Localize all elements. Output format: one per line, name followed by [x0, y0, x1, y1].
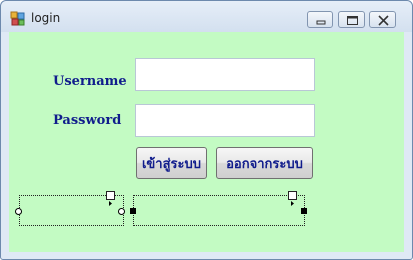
password-label: Password: [53, 113, 122, 128]
resize-handle-icon[interactable]: [118, 208, 125, 215]
maximize-button[interactable]: [338, 11, 365, 28]
resize-handle-icon[interactable]: [130, 208, 136, 214]
username-field[interactable]: [135, 58, 315, 91]
close-button[interactable]: [369, 11, 396, 28]
maximize-icon: [347, 16, 358, 25]
close-icon: [378, 15, 389, 26]
smart-tag-icon[interactable]: [106, 191, 115, 206]
smart-tag-icon[interactable]: [288, 191, 297, 206]
designer-control-right[interactable]: [133, 195, 305, 226]
password-field[interactable]: [135, 104, 315, 137]
title-bar[interactable]: login: [1, 1, 412, 32]
form-client-area: Username Password เข้าสู่ระบบ ออกจากระบบ: [9, 32, 404, 252]
login-window: login Username Password เข้าสู่ระบบ ออกจ…: [0, 0, 413, 260]
minimize-icon: [316, 20, 326, 25]
minimize-button[interactable]: [307, 11, 333, 28]
login-button[interactable]: เข้าสู่ระบบ: [136, 147, 207, 179]
windows-form-icon: [10, 11, 26, 27]
username-label: Username: [53, 74, 127, 89]
resize-handle-icon[interactable]: [301, 208, 307, 214]
window-title: login: [31, 11, 61, 25]
resize-handle-icon[interactable]: [15, 208, 22, 215]
exit-button[interactable]: ออกจากระบบ: [216, 147, 313, 179]
